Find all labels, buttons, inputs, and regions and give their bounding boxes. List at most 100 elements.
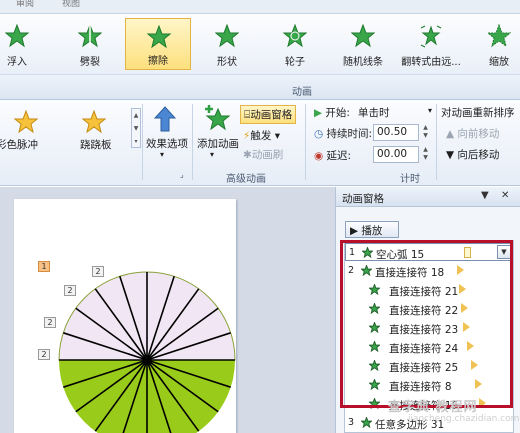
delay-clock-icon: ◉ — [314, 150, 324, 162]
trigger-button[interactable]: ⚡触发 ▾ — [243, 128, 280, 143]
duration-label: ◷ 持续时间: — [314, 128, 373, 140]
entrance-star-icon — [362, 247, 373, 258]
entrance-star-icon — [361, 265, 372, 276]
animation-order-tag[interactable]: 2 — [38, 349, 50, 360]
with-previous-star-icon — [369, 303, 380, 314]
list-item[interactable]: 1 空心弧 15 ▼ — [345, 243, 513, 261]
item-name: 直接连接符 8 — [389, 381, 452, 393]
animation-order-tag[interactable]: 2 — [44, 317, 56, 328]
chevron-down-icon[interactable]: ▼ — [497, 245, 511, 259]
group-title-timing: 计时 — [400, 174, 420, 185]
gallery-item-float-in[interactable]: 浮入 — [0, 18, 50, 70]
animation-group-bar: 动画 — [0, 74, 520, 100]
duration-spinner[interactable]: ▲ ▼ — [421, 124, 430, 141]
group-title-animation: 动画 — [292, 87, 312, 98]
gallery-label: 擦除 — [148, 56, 168, 67]
list-item[interactable]: 2 直接连接符 18 — [345, 262, 513, 280]
list-item[interactable]: 直接连接符 24 — [345, 338, 513, 356]
with-previous-star-icon — [369, 322, 380, 333]
move-earlier-button[interactable]: ▲ 向前移动 — [446, 126, 499, 141]
separator — [436, 104, 437, 180]
gallery-label: 劈裂 — [80, 57, 100, 68]
move-later-button[interactable]: ▼ 向后移动 — [446, 147, 499, 162]
add-animation-star-icon — [205, 105, 230, 131]
chevron-down-icon[interactable]: ▾ — [428, 106, 432, 115]
chevron-down-icon[interactable]: ▾ — [160, 150, 164, 159]
delay-label: ◉ 延迟: — [314, 150, 352, 162]
gallery-item-shape[interactable]: 形状 — [194, 18, 260, 70]
gallery-scrollbar[interactable]: ▲ ▼ ▾ — [131, 108, 141, 148]
gallery-item-random-bars[interactable]: 随机线条 — [330, 18, 396, 70]
item-name: 直接连接符 24 — [389, 343, 459, 355]
shape-star-icon — [215, 24, 239, 48]
play-button[interactable]: ▶ 播放 — [345, 221, 399, 238]
dialog-launcher-icon[interactable]: ⌟ — [180, 170, 184, 179]
watermark-text: 查字典 教程网 — [388, 400, 478, 415]
gallery-label: 缩放 — [489, 57, 509, 68]
wipe-star-icon — [147, 25, 171, 49]
gallery-item-zoom[interactable]: 缩放 — [466, 18, 520, 70]
with-previous-star-icon — [369, 341, 380, 352]
animation-pane-title: 动画窗格 — [342, 193, 384, 205]
gallery-label: 翻转式由远... — [401, 57, 461, 68]
duration-input[interactable]: 00.50 — [373, 124, 419, 141]
pane-menu-chevron-icon[interactable]: ▼ — [481, 190, 489, 201]
teeter-star-icon — [82, 110, 106, 134]
animation-order-tag[interactable]: 2 — [64, 285, 76, 296]
effect-options-button[interactable]: 效果选项 — [146, 136, 188, 151]
gallery-label: 浮入 — [7, 57, 27, 68]
start-label: ▶ 开始: — [314, 107, 350, 119]
gallery-item-split[interactable]: 劈裂 — [57, 18, 123, 70]
close-icon[interactable]: ✕ — [501, 190, 509, 201]
item-name: 空心弧 15 — [376, 249, 425, 261]
delay-input[interactable]: 00.00 — [373, 146, 419, 163]
ribbon-advanced-row: 彩色脉冲 跷跷板 ▲ ▼ ▾ 效果选项 ▾ 添加动画 ▾ ⌸动画窗格 ⚡触发 ▾ ✱… — [0, 100, 520, 186]
animation-painter-button[interactable]: ✱动画刷 — [243, 147, 283, 162]
animation-order-tag[interactable]: 1 — [38, 261, 50, 272]
effect-teeter[interactable]: 跷跷板 — [80, 137, 112, 152]
gallery-item-wheel[interactable]: 轮子 — [262, 18, 328, 70]
random-bars-star-icon — [351, 24, 375, 48]
list-item[interactable]: 直接连接符 22 — [345, 300, 513, 318]
divided-circle-graphic[interactable] — [14, 199, 236, 433]
item-name: 直接连接符 25 — [389, 362, 459, 374]
timing-marker — [461, 303, 468, 313]
effect-color-pulse[interactable]: 彩色脉冲 — [0, 137, 38, 152]
animation-pane-button[interactable]: ⌸动画窗格 — [240, 105, 297, 124]
entrance-star-icon — [361, 417, 372, 428]
star-brush-icon: ✱ — [243, 149, 252, 161]
play-icon: ▶ — [350, 225, 359, 237]
timing-marker — [471, 360, 478, 370]
animation-order-tag[interactable]: 2 — [92, 266, 104, 277]
ribbon-tab-strip: 审阅 视图 — [0, 0, 520, 14]
animation-pane-label: 动画窗格 — [250, 109, 293, 121]
animation-gallery: 浮入 劈裂 擦除 形状 轮子 随机线条 翻转式由远... 缩放 — [0, 14, 520, 74]
with-previous-star-icon — [369, 284, 380, 295]
start-select[interactable]: 单击时 — [355, 104, 429, 121]
list-item[interactable]: 直接连接符 21 — [345, 281, 513, 299]
item-number: 3 — [348, 417, 355, 428]
gallery-label: 形状 — [217, 57, 237, 68]
float-in-star-icon — [5, 24, 29, 48]
zoom-star-icon — [487, 24, 511, 48]
watermark-url: jiaocheng.chazidian.com — [408, 414, 520, 424]
slide-editing-area: 1 2 2 2 2 — [0, 187, 335, 433]
timing-marker — [479, 398, 486, 408]
gallery-item-wipe[interactable]: 擦除 — [125, 18, 191, 70]
add-animation-button[interactable]: 添加动画 — [197, 136, 239, 151]
delay-spinner[interactable]: ▲ ▼ — [421, 146, 430, 163]
slide-canvas[interactable] — [14, 199, 236, 433]
tab-review[interactable]: 审阅 — [16, 0, 34, 9]
animation-pane-header: 动画窗格 ▼ ✕ — [336, 187, 520, 207]
tab-view[interactable]: 视图 — [62, 0, 80, 9]
gallery-item-grow-turn[interactable]: 翻转式由远... — [398, 18, 464, 70]
reorder-title: 对动画重新排序 — [441, 107, 515, 119]
list-item[interactable]: 直接连接符 25 — [345, 357, 513, 375]
chevron-down-icon[interactable]: ▾ — [210, 150, 214, 159]
play-triangle-icon: ▶ — [314, 107, 323, 119]
item-number: 2 — [348, 265, 355, 276]
list-item[interactable]: 直接连接符 8 — [345, 376, 513, 394]
clock-icon: ◷ — [314, 128, 324, 140]
list-item[interactable]: 直接连接符 23 — [345, 319, 513, 337]
delay-value: 00.00 — [377, 148, 408, 160]
